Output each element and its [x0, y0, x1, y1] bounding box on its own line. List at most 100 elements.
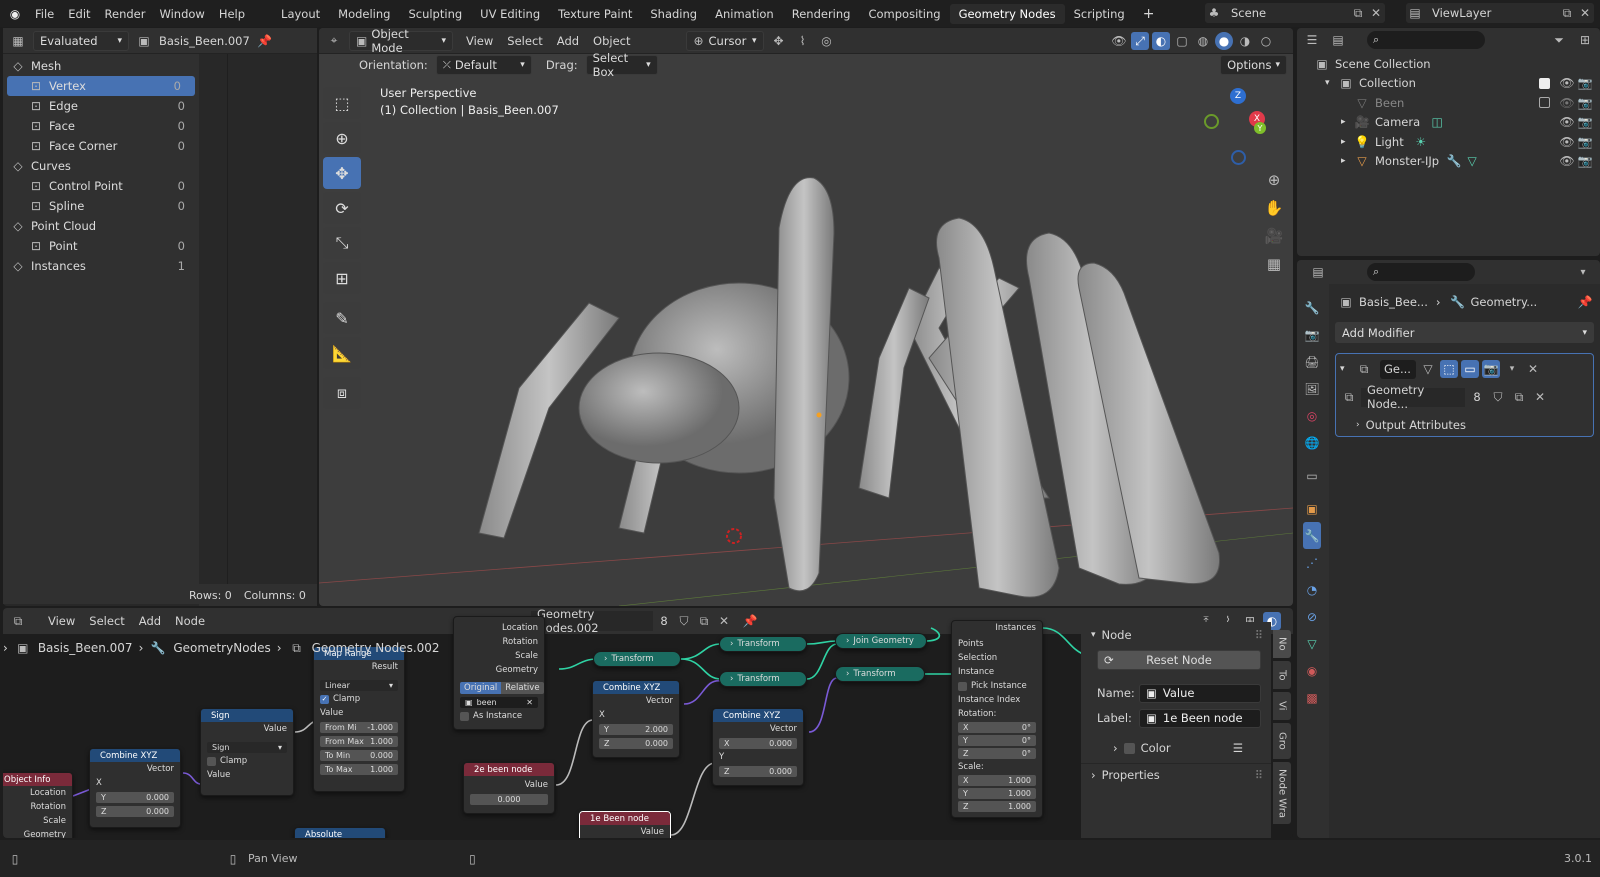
tab-node-wrangler[interactable]: Node Wra	[1273, 762, 1291, 824]
collection-tab-icon[interactable]: ▭	[1303, 462, 1321, 489]
tab-compositing[interactable]: Compositing	[859, 4, 949, 24]
scale-y-field[interactable]: Y 1.000	[958, 788, 1036, 799]
domain-item[interactable]: ⊡ Spline 0	[3, 196, 199, 216]
menu-file[interactable]: File	[28, 7, 61, 21]
unlink-icon[interactable]: ✕	[1531, 388, 1549, 406]
value-node-2e[interactable]: 2e been node Value 0.000	[463, 762, 555, 814]
domain-item[interactable]: ◇ Point Cloud	[3, 216, 199, 236]
camera-render-icon[interactable]: 📷	[1576, 94, 1594, 112]
pick-instance-row[interactable]: Pick Instance	[952, 679, 1042, 693]
node-group-field[interactable]: Geometry Node...	[1361, 383, 1465, 411]
node-tree-icon[interactable]: ⧉	[1340, 388, 1358, 406]
z-field[interactable]: Z 0.000	[599, 737, 673, 749]
checkbox-icon[interactable]	[1123, 742, 1135, 754]
navigation-gizmo[interactable]: Z X Y	[1197, 86, 1277, 166]
render-display-icon[interactable]: 📷	[1482, 360, 1500, 378]
output-tab-icon[interactable]: 🖨	[1303, 348, 1321, 375]
rot-y-field[interactable]: Y 0°	[958, 735, 1036, 746]
label-field[interactable]: ▣ 1e Been node	[1139, 708, 1261, 728]
absolute-node[interactable]: Absolute	[294, 827, 386, 838]
editor-type-icon[interactable]: ☰	[1303, 31, 1321, 49]
filter-icon[interactable]: ⏷	[1550, 31, 1568, 49]
z-field[interactable]: Z 0.000	[719, 765, 797, 777]
expand-icon[interactable]: ▾	[1325, 78, 1337, 88]
eye-icon[interactable]: 👁	[1558, 74, 1576, 92]
object-tab-icon[interactable]: ▣	[1303, 495, 1321, 522]
tab-view[interactable]: Vi	[1273, 692, 1291, 720]
checkbox-icon[interactable]	[958, 681, 967, 691]
expand-icon[interactable]: ▸	[1341, 156, 1353, 166]
sign-node[interactable]: Sign Value Sign ▾ Clamp Value	[200, 708, 294, 796]
eye-icon[interactable]: 👁	[1558, 133, 1576, 151]
tab-layout[interactable]: Layout	[272, 4, 329, 24]
tab-animation[interactable]: Animation	[706, 4, 783, 24]
output-attributes-row[interactable]: › Output Attributes	[1340, 414, 1589, 436]
instance-on-points-node[interactable]: Instances Points Selection Instance Pick…	[951, 620, 1043, 818]
clamp-row[interactable]: Clamp	[201, 754, 293, 768]
ortho-grid-icon[interactable]: ▦	[1261, 250, 1287, 278]
domain-item[interactable]: ⊡ Control Point 0	[3, 176, 199, 196]
combine-xyz-node[interactable]: Combine XYZ Vector X Y 2.000 Z 0.000	[592, 680, 680, 758]
interpolation-dropdown[interactable]: Linear ▾	[320, 679, 398, 691]
tab-uv-editing[interactable]: UV Editing	[471, 4, 549, 24]
camera-view-icon[interactable]: 🎥	[1261, 222, 1287, 250]
gizmo-neg-y[interactable]	[1204, 114, 1219, 129]
outliner-row-collection[interactable]: ▾ ▣ Collection 👁 📷	[1313, 74, 1600, 94]
color-row[interactable]: › Color ☰	[1081, 737, 1271, 759]
modifier-tab-icon[interactable]: 🔧	[1303, 522, 1321, 549]
map-range-node[interactable]: Map Range Result Linear ▾ ✓ Clamp Value Fr…	[313, 646, 405, 792]
close-icon[interactable]: ✕	[1576, 4, 1594, 22]
scene-tab-icon[interactable]: ◎	[1303, 402, 1321, 429]
modifier-name-field[interactable]: Ge...	[1380, 359, 1416, 379]
camera-render-icon[interactable]: 📷	[1576, 113, 1594, 131]
close-icon[interactable]: ✕	[1367, 4, 1385, 22]
chevron-down-icon[interactable]: ▾	[1503, 360, 1521, 378]
outliner-search[interactable]: ⌕	[1367, 31, 1485, 49]
collapse-icon[interactable]: ›	[846, 636, 849, 646]
outliner-row-camera[interactable]: ▸ 🎥 Camera ◫ 👁 📷	[1313, 113, 1600, 133]
domain-item[interactable]: ⊡ Face Corner 0	[3, 136, 199, 156]
add-modifier-button[interactable]: Add Modifier ▾	[1335, 322, 1594, 343]
world-tab-icon[interactable]: 🌐	[1303, 429, 1321, 456]
tab-group[interactable]: Gro	[1273, 723, 1291, 759]
node-header[interactable]: 2e been node	[464, 763, 554, 776]
object-field[interactable]: ▣ been ✕	[460, 696, 538, 708]
domain-item[interactable]: ⊡ Vertex 0	[7, 76, 195, 96]
data-tab-icon[interactable]: ▽	[1303, 630, 1321, 657]
operation-dropdown[interactable]: Sign ▾	[207, 741, 287, 753]
to-max-field[interactable]: To Max 1.000	[320, 763, 398, 775]
combine-xyz-node[interactable]: Combine XYZ Vector X 0.000 Y Z 0.000	[712, 708, 804, 786]
tab-rendering[interactable]: Rendering	[783, 4, 860, 24]
users-count[interactable]: 8	[1468, 390, 1486, 404]
pin-icon[interactable]: 📌	[256, 32, 274, 50]
tab-sculpting[interactable]: Sculpting	[399, 4, 471, 24]
domain-item[interactable]: ⊡ Edge 0	[3, 96, 199, 116]
camera-render-icon[interactable]: 📷	[1576, 152, 1594, 170]
tab-texture-paint[interactable]: Texture Paint	[549, 4, 641, 24]
to-min-field[interactable]: To Min 0.000	[320, 749, 398, 761]
value-node-1e[interactable]: 1e Been node Value	[579, 811, 671, 838]
scale-x-field[interactable]: X 1.000	[958, 775, 1036, 786]
cage-icon[interactable]: ⬚	[1440, 360, 1458, 378]
chevron-down-icon[interactable]: ▾	[1574, 263, 1592, 281]
material-tab-icon[interactable]: ◉	[1303, 657, 1321, 684]
collapse-icon[interactable]: ›	[730, 639, 733, 649]
duplicate-icon[interactable]: ⧉	[1510, 388, 1528, 406]
close-icon[interactable]: ✕	[526, 698, 533, 707]
node-header[interactable]: Combine XYZ	[713, 709, 803, 722]
scale-z-field[interactable]: Z 1.000	[958, 801, 1036, 812]
physics-tab-icon[interactable]: ◔	[1303, 576, 1321, 603]
tab-shading[interactable]: Shading	[641, 4, 706, 24]
domain-item[interactable]: ◇ Mesh	[3, 56, 199, 76]
tab-tool[interactable]: To	[1273, 661, 1291, 689]
from-max-field[interactable]: From Max 1.000	[320, 735, 398, 747]
expand-icon[interactable]: ▸	[1341, 137, 1353, 147]
texture-tab-icon[interactable]: ▩	[1303, 684, 1321, 711]
view-layer-tab-icon[interactable]: 🖼	[1303, 375, 1321, 402]
viewport-display-icon[interactable]: ▭	[1461, 360, 1479, 378]
tab-modeling[interactable]: Modeling	[329, 4, 399, 24]
outliner-row-scene[interactable]: ▣ Scene Collection	[1313, 54, 1600, 74]
join-geometry-node[interactable]: › Join Geometry	[835, 633, 927, 649]
eye-icon[interactable]: 👁	[1558, 113, 1576, 131]
checkbox-icon[interactable]	[207, 756, 216, 766]
